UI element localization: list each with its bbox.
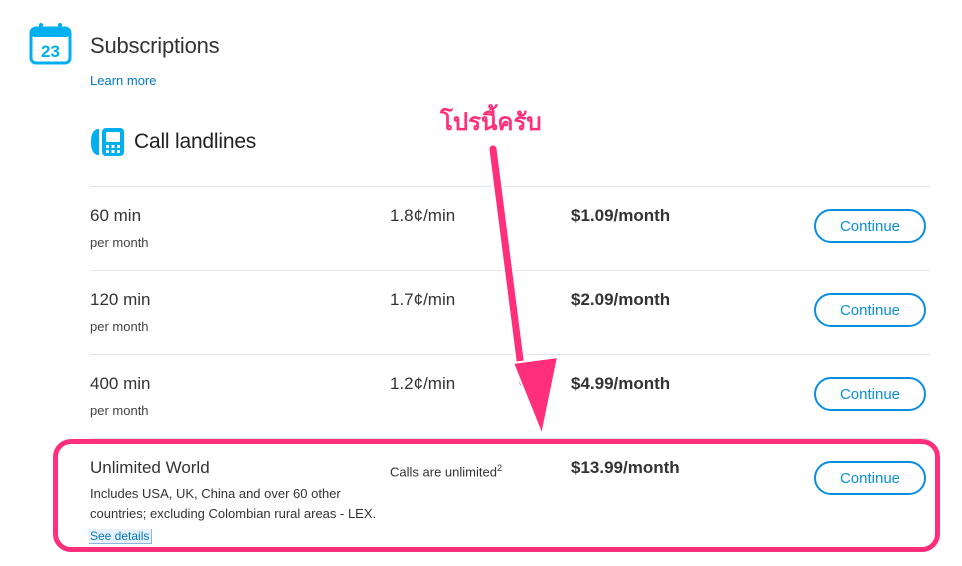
learn-more-link[interactable]: Learn more [90, 73, 156, 88]
landline-phone-icon [91, 128, 124, 156]
annotation-arrow [487, 145, 559, 436]
plan-period: per month [90, 403, 149, 418]
plan-period: per month [90, 319, 149, 334]
plan-name: 400 min [90, 374, 151, 393]
plan-price: $2.09/month [571, 290, 671, 309]
calendar-icon-day: 23 [41, 42, 60, 61]
plan-rate: 1.7¢/min [390, 290, 456, 309]
section-title: Call landlines [134, 130, 257, 153]
continue-button-400min[interactable]: Continue [814, 377, 926, 411]
plan-name: 60 min [90, 206, 142, 225]
plan-price: $4.99/month [571, 374, 671, 393]
calendar-icon: 23 [29, 23, 72, 65]
annotation-text: โปรนี้ครับ [440, 109, 542, 136]
continue-button-120min[interactable]: Continue [814, 293, 926, 327]
plan-period: per month [90, 235, 149, 250]
plan-price: $1.09/month [571, 206, 671, 225]
plan-name: 120 min [90, 290, 151, 309]
page-title: Subscriptions [90, 33, 220, 58]
continue-button-60min[interactable]: Continue [814, 209, 926, 243]
highlight-box [53, 439, 940, 552]
plan-rate: 1.8¢/min [390, 206, 456, 225]
plan-rate: 1.2¢/min [390, 374, 456, 393]
